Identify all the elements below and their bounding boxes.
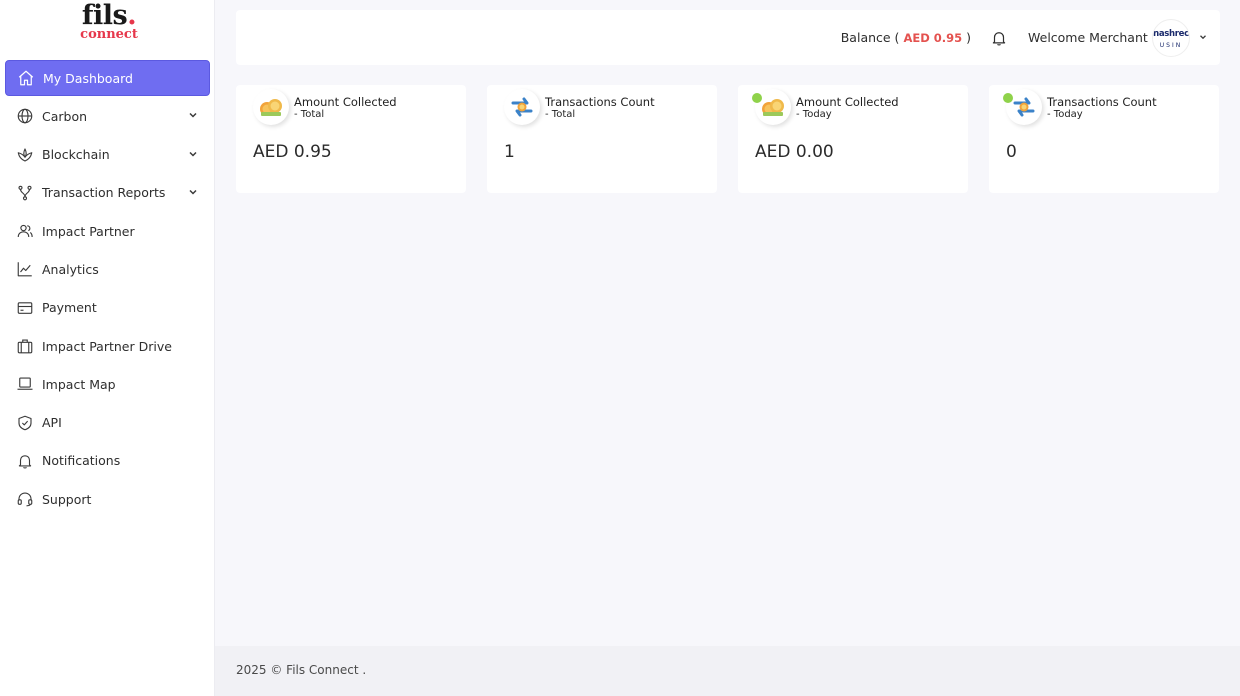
balance-label: Balance ( <box>840 30 900 45</box>
chart-line-icon <box>16 260 34 278</box>
card-title: Transactions Count <box>545 95 655 109</box>
stat-card-amount-today: Amount Collected - Today AED 0.00 <box>738 85 968 193</box>
sidebar: fils. connect My Dashboard Carbon Blockc… <box>0 0 215 696</box>
sidebar-item-impact-partner[interactable]: Impact Partner <box>5 213 210 249</box>
today-indicator-dot <box>752 93 762 103</box>
sidebar-item-notifications[interactable]: Notifications <box>5 443 210 479</box>
card-value: AED 0.95 <box>253 142 332 162</box>
sidebar-item-label: My Dashboard <box>43 70 133 86</box>
sidebar-item-label: Analytics <box>42 261 99 277</box>
bell-icon[interactable] <box>990 29 1008 47</box>
sidebar-nav: My Dashboard Carbon Blockchain Transacti… <box>0 60 215 520</box>
copyright-text: 2025 © Fils Connect . <box>236 663 367 677</box>
users-icon <box>16 222 34 240</box>
avatar[interactable]: nashrec USIN <box>1152 19 1190 57</box>
stat-card-transactions-total: Transactions Count - Total 1 <box>487 85 717 193</box>
sidebar-item-analytics[interactable]: Analytics <box>5 251 210 287</box>
welcome-text[interactable]: Welcome Merchant 1 <box>1028 30 1160 45</box>
sidebar-item-impact-map[interactable]: Impact Map <box>5 366 210 402</box>
sidebar-item-label: Impact Map <box>42 376 116 392</box>
sidebar-item-my-dashboard[interactable]: My Dashboard <box>5 60 210 96</box>
sidebar-item-label: Transaction Reports <box>42 185 166 201</box>
chevron-down-icon[interactable] <box>1198 32 1208 42</box>
bell-icon <box>16 452 34 470</box>
card-value: AED 0.00 <box>755 142 834 162</box>
card-title: Amount Collected <box>796 95 899 109</box>
card-value: 1 <box>504 142 515 162</box>
card-subtitle: - Total <box>294 109 325 120</box>
avatar-text-line1: nashrec <box>1153 29 1189 39</box>
coins-icon <box>253 89 289 125</box>
sidebar-item-label: Notifications <box>42 453 121 469</box>
globe-icon <box>16 107 34 125</box>
sidebar-item-label: Support <box>42 491 92 507</box>
sidebar-item-label: Payment <box>42 300 97 316</box>
shield-check-icon <box>16 414 34 432</box>
chevron-down-icon[interactable] <box>187 148 199 160</box>
sidebar-item-impact-partner-drive[interactable]: Impact Partner Drive <box>5 328 210 364</box>
avatar-text-line2: USIN <box>1159 42 1183 49</box>
logo-subtext: connect <box>80 27 138 42</box>
sidebar-item-support[interactable]: Support <box>5 481 210 517</box>
balance-amount: AED 0.95 <box>903 31 963 45</box>
top-header: Balance ( AED 0.95 ) Welcome Merchant 1 … <box>236 10 1220 65</box>
card-subtitle: - Today <box>796 109 832 120</box>
sidebar-item-label: Carbon <box>42 108 88 124</box>
exchange-icon <box>504 89 540 125</box>
sidebar-item-blockchain[interactable]: Blockchain <box>5 137 210 173</box>
footer: 2025 © Fils Connect . <box>215 646 1240 696</box>
sidebar-item-transaction-reports[interactable]: Transaction Reports <box>5 175 210 211</box>
stat-card-amount-total: Amount Collected - Total AED 0.95 <box>236 85 466 193</box>
credit-card-icon <box>16 299 34 317</box>
card-subtitle: - Total <box>545 109 576 120</box>
sidebar-item-label: Blockchain <box>42 147 110 163</box>
sidebar-item-label: Impact Partner <box>42 223 135 239</box>
card-title: Amount Collected <box>294 95 397 109</box>
chevron-down-icon[interactable] <box>187 109 199 121</box>
card-value: 0 <box>1006 142 1017 162</box>
sidebar-item-label: API <box>42 415 62 431</box>
chevron-down-icon[interactable] <box>187 186 199 198</box>
sidebar-item-carbon[interactable]: Carbon <box>5 98 210 134</box>
fils-connect-logo[interactable]: fils. connect <box>76 0 142 44</box>
logo-text: fils. <box>81 0 137 31</box>
sidebar-item-label: Impact Partner Drive <box>42 338 172 354</box>
sidebar-item-payment[interactable]: Payment <box>5 290 210 326</box>
lotus-icon <box>16 146 34 164</box>
sidebar-item-api[interactable]: API <box>5 405 210 441</box>
luggage-icon <box>16 337 34 355</box>
card-subtitle: - Today <box>1047 109 1083 120</box>
card-title: Transactions Count <box>1047 95 1157 109</box>
home-icon <box>17 69 35 87</box>
stat-card-transactions-today: Transactions Count - Today 0 <box>989 85 1219 193</box>
laptop-icon <box>16 375 34 393</box>
balance-display: Balance ( AED 0.95 ) <box>841 30 971 45</box>
headset-icon <box>16 490 34 508</box>
branch-icon <box>16 184 34 202</box>
today-indicator-dot <box>1003 93 1013 103</box>
balance-close-paren: ) <box>966 30 971 45</box>
